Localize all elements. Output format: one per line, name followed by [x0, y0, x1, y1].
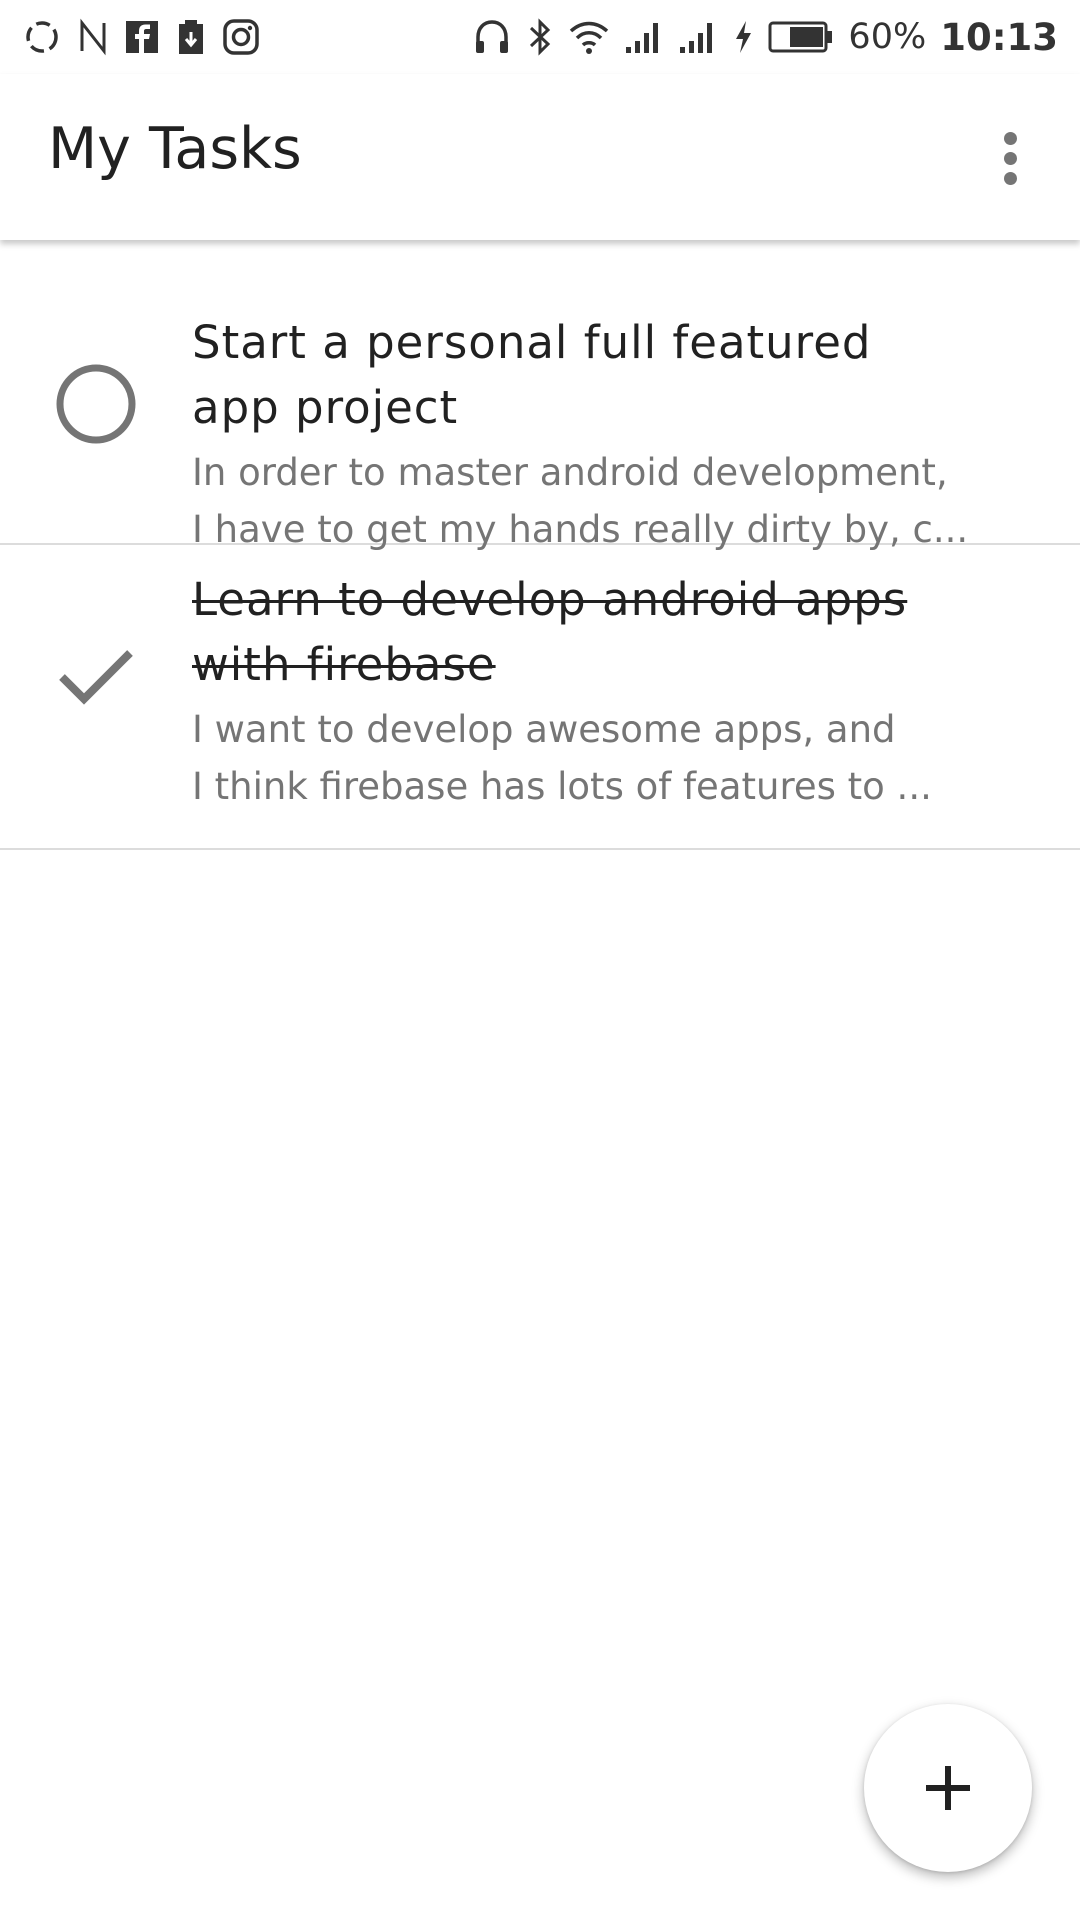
wifi-icon — [568, 19, 610, 55]
signal-icon — [624, 19, 664, 55]
task-title-line: Learn to develop android apps — [192, 573, 908, 626]
signal-icon — [678, 19, 718, 55]
charging-icon — [732, 19, 754, 55]
task-description: I want to develop awesome apps, and I th… — [192, 701, 1020, 815]
n-icon — [78, 17, 108, 57]
status-left-icons — [22, 17, 260, 57]
task-text: Learn to develop android apps with fireb… — [192, 567, 1020, 815]
task-title: Learn to develop android apps with fireb… — [192, 567, 1020, 697]
task-list: Start a personal full featured app proje… — [0, 240, 1080, 850]
battery-percent: 60% — [848, 17, 927, 57]
more-vert-icon[interactable] — [980, 118, 1040, 198]
page-title: My Tasks — [48, 116, 302, 182]
task-item[interactable]: Start a personal full featured app proje… — [0, 240, 1080, 551]
status-right-icons: 60% 10:13 — [472, 16, 1058, 59]
task-description-line: I think firebase has lots of features to… — [192, 765, 932, 808]
task-description-line: In order to master android development, — [192, 451, 948, 494]
checkmark-icon[interactable] — [48, 627, 144, 723]
app-bar: My Tasks — [0, 74, 1080, 240]
download-icon — [176, 18, 206, 56]
circle-unchecked-icon[interactable] — [48, 356, 144, 452]
bluetooth-icon — [526, 17, 554, 57]
task-title-line: with firebase — [192, 638, 496, 691]
task-description-line: I want to develop awesome apps, and — [192, 708, 896, 751]
instagram-icon — [222, 18, 260, 56]
task-title: Start a personal full featured app proje… — [192, 310, 1020, 440]
status-bar: 60% 10:13 — [0, 0, 1080, 74]
task-title-line: app project — [192, 381, 459, 434]
screen: 60% 10:13 My Tasks Start a personal full… — [0, 0, 1080, 1920]
add-task-button[interactable] — [864, 1704, 1032, 1872]
sync-icon — [22, 17, 62, 57]
task-description: In order to master android development, … — [192, 444, 1020, 558]
battery-icon — [768, 20, 834, 54]
plus-icon — [908, 1748, 988, 1828]
facebook-icon — [124, 19, 160, 55]
task-title-line: Start a personal full featured — [192, 316, 872, 369]
task-text: Start a personal full featured app proje… — [192, 310, 1020, 558]
headphones-icon — [472, 17, 512, 57]
clock: 10:13 — [940, 15, 1058, 59]
task-item[interactable]: Learn to develop android apps with fireb… — [0, 545, 1080, 850]
